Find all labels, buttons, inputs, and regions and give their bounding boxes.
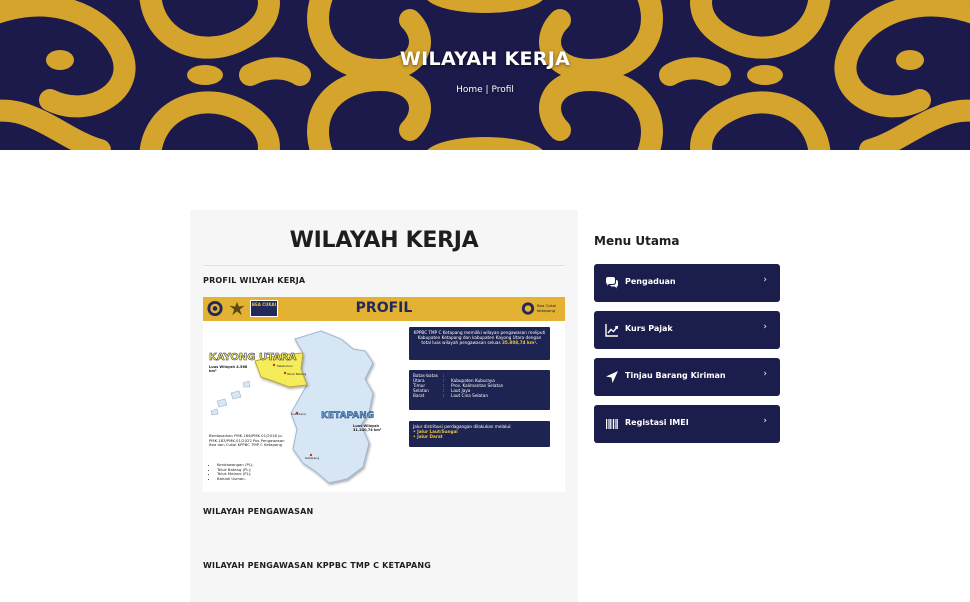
section-heading-profil: PROFIL WILYAH KERJA (203, 276, 306, 285)
breadcrumb-home-link[interactable]: Home (456, 85, 483, 95)
sidebar-title: Menu Utama (594, 234, 680, 248)
info-box-wilayah: KPPBC TMP C Ketapang memiliki wilayan pe… (409, 327, 550, 360)
info-box-wilayah-highlight: 35.808,74 km². (502, 340, 538, 345)
comments-icon (606, 277, 618, 289)
sidebar-item-pengaduan[interactable]: Pengaduan › (594, 264, 780, 302)
bea-cukai-emblem-icon (521, 302, 535, 315)
info-box-batas: Batas-batas: Utara: Kabupaten Kuburaya Ti… (409, 370, 550, 410)
breadcrumb-current: Profil (491, 85, 514, 95)
batas-row: Barat: Laut Cina Selatan (413, 393, 488, 398)
bea-cukai-ketapang-label: Bea Cukai Ketapang (537, 303, 557, 313)
chevron-right-icon: › (763, 322, 767, 332)
profil-banner-title: PROFIL (355, 300, 413, 316)
chart-line-icon (605, 324, 619, 337)
ketapang-label: KETAPANG (321, 411, 375, 421)
batik-pattern-background (0, 0, 970, 150)
kayong-utara-area-label: Luas Wilayah 4.568 km² (209, 365, 248, 373)
section-heading-pengawasan: WILAYAH PENGAWASAN (203, 507, 314, 516)
chevron-right-icon: › (763, 275, 767, 285)
pos-pengawasan-list: Kendawangan (PL); Teluk Batang (PL); Tel… (213, 462, 293, 482)
sidebar-item-tinjau-barang[interactable]: Tinjau Barang Kiriman › (594, 358, 780, 396)
sidebar-item-label: Registasi IMEI (625, 418, 689, 427)
pos-item: Bahadi Usman. (217, 476, 293, 482)
town-label-pelabuhan: Pelabuhan (277, 364, 293, 368)
barcode-icon (606, 419, 618, 429)
info-box-jalur: Jalur distribusi perdagangan dilakukan m… (409, 421, 550, 447)
title-divider (203, 265, 565, 266)
ketapang-area-label: Luas Wilayah 31.240,74 km² (353, 424, 382, 432)
sidebar-item-kurs-pajak[interactable]: Kurs Pajak › (594, 311, 780, 349)
basis-regulation-text: Berdasarkan PMK.166/PMK.01/2016 jo. PMK.… (209, 433, 285, 448)
page-title: WILAYAH KERJA (289, 228, 479, 253)
breadcrumb: Home | Profil (0, 85, 970, 95)
sidebar-item-label: Kurs Pajak (625, 324, 673, 333)
jalur-item: • Jalur Darat (413, 434, 443, 439)
sidebar-item-label: Pengaduan (625, 277, 676, 286)
town-label-sukadana: Sukadana (291, 412, 306, 416)
town-label-ketapang: Ketapang (305, 456, 320, 460)
sidebar-item-label: Tinjau Barang Kiriman (625, 371, 726, 380)
section-heading-pengawasan-kppbc: WILAYAH PENGAWASAN KPPBC TMP C KETAPANG (203, 561, 432, 570)
sidebar-item-registasi-imei[interactable]: Registasi IMEI › (594, 405, 780, 443)
chevron-right-icon: › (763, 416, 767, 426)
town-label-teluk-batang: Teluk Batang (287, 372, 307, 376)
chevron-right-icon: › (763, 369, 767, 379)
profil-infographic: BEA CUKAI PROFIL Bea Cukai Ketapang KAYO… (203, 297, 565, 492)
hero-title: WILAYAH KERJA (399, 48, 571, 70)
kayong-utara-label: KAYONG UTARA (209, 352, 297, 364)
hero-banner: WILAYAH KERJA Home | Profil (0, 0, 970, 150)
location-arrow-icon (606, 371, 618, 383)
